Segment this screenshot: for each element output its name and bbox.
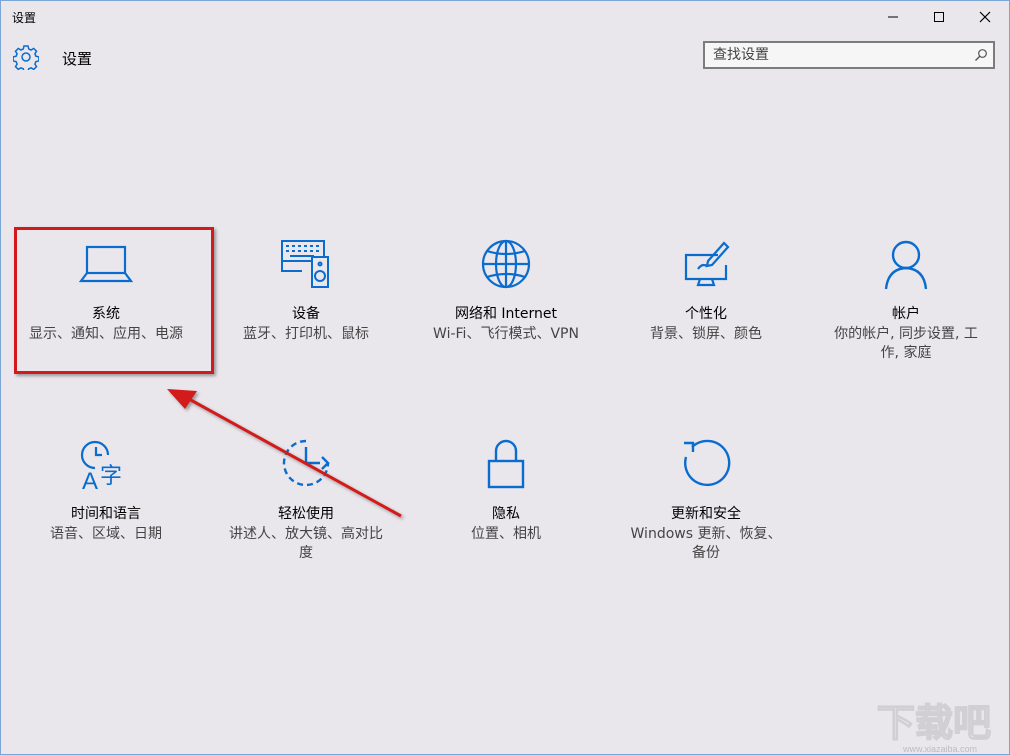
gear-icon	[13, 45, 39, 70]
tile-title: 网络和 Internet	[454, 306, 558, 322]
annotation-arrow	[167, 389, 402, 518]
tile-title: 个性化	[685, 306, 727, 322]
tile-devices[interactable]: 设备 蓝牙、打印机、鼠标	[216, 239, 396, 369]
tile-description: 语音、区域、日期	[50, 526, 162, 542]
tile-accounts[interactable]: 帐户 你的帐户, 同步设置, 工作, 家庭	[816, 239, 996, 369]
ease-of-access-icon	[278, 439, 334, 495]
search-box[interactable]	[703, 41, 995, 69]
settings-header: 设置	[1, 33, 1009, 83]
lock-icon	[478, 439, 534, 495]
minimize-button[interactable]	[870, 1, 916, 33]
watermark-logo: 下载吧 www.xiazaiba.com	[876, 700, 992, 754]
tile-description: 你的帐户, 同步设置, 工作, 家庭	[834, 326, 978, 361]
tile-description: Wi-Fi、飞行模式、VPN	[433, 326, 579, 342]
tile-privacy[interactable]: 隐私 位置、相机	[416, 439, 596, 569]
time-language-icon: A 字	[78, 439, 134, 495]
window-title: 设置	[12, 11, 37, 25]
tile-title: 设备	[292, 306, 320, 322]
tile-description: 位置、相机	[471, 526, 541, 542]
search-input[interactable]	[713, 46, 963, 64]
page-title: 设置	[62, 50, 93, 68]
close-button[interactable]	[962, 1, 1008, 33]
personalization-icon	[678, 239, 734, 295]
tile-ease-of-access[interactable]: 轻松使用 讲述人、放大镜、高对比度	[216, 439, 396, 569]
tile-title: 更新和安全	[671, 506, 741, 522]
svg-text:www.xiazaiba.com: www.xiazaiba.com	[902, 744, 977, 754]
svg-text:字: 字	[100, 464, 122, 489]
user-icon	[878, 239, 934, 295]
search-icon[interactable]	[974, 48, 988, 62]
tile-network[interactable]: 网络和 Internet Wi-Fi、飞行模式、VPN	[416, 239, 596, 369]
tile-title: 隐私	[492, 506, 520, 522]
title-bar[interactable]: 设置	[1, 1, 1009, 33]
refresh-icon	[678, 439, 734, 495]
svg-text:A: A	[82, 468, 98, 495]
svg-text:下载吧: 下载吧	[877, 701, 991, 745]
tile-description: 蓝牙、打印机、鼠标	[243, 326, 369, 342]
tile-title: 轻松使用	[278, 506, 334, 522]
tile-description: 背景、锁屏、颜色	[650, 326, 762, 342]
tile-update-security[interactable]: 更新和安全 Windows 更新、恢复、备份	[616, 439, 796, 569]
tile-time-language[interactable]: A 字 时间和语言 语音、区域、日期	[16, 439, 196, 569]
tile-title: 时间和语言	[71, 506, 141, 522]
maximize-button[interactable]	[916, 1, 962, 33]
tile-description: 讲述人、放大镜、高对比度	[229, 526, 383, 561]
globe-icon	[478, 239, 534, 295]
highlight-box	[14, 227, 214, 374]
devices-icon	[278, 239, 334, 295]
maximize-icon	[934, 12, 944, 22]
tile-description: Windows 更新、恢复、备份	[630, 526, 782, 561]
tile-title: 帐户	[892, 306, 920, 322]
settings-window: 设置 设置 查找设置 系统 显示、通知、应用、电源 设备 蓝牙、打印机、鼠标 网…	[0, 0, 1010, 755]
minimize-icon	[888, 16, 898, 18]
tile-personalization[interactable]: 个性化 背景、锁屏、颜色	[616, 239, 796, 369]
close-icon	[979, 11, 991, 23]
